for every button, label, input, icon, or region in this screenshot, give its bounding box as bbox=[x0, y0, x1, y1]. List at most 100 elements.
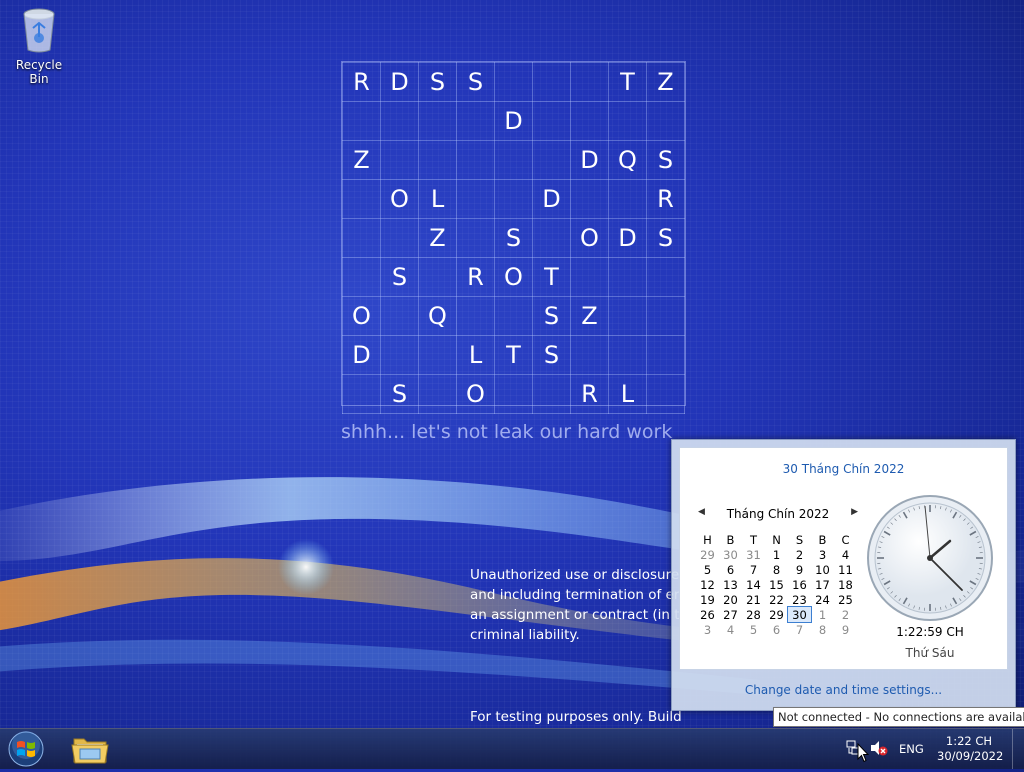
puzzle-row: SORL bbox=[343, 375, 685, 414]
calendar-day[interactable]: 20 bbox=[719, 592, 742, 607]
puzzle-cell bbox=[381, 141, 419, 180]
puzzle-cell bbox=[495, 297, 533, 336]
recycle-bin-label: Recycle Bin bbox=[16, 58, 62, 86]
language-indicator[interactable]: ENG bbox=[899, 742, 924, 756]
calendar-day[interactable]: 13 bbox=[719, 577, 742, 592]
clock-time: 1:22:59 CH bbox=[873, 625, 987, 639]
calendar-day[interactable]: 9 bbox=[834, 622, 857, 637]
puzzle-row: SROT bbox=[343, 258, 685, 297]
triangle-left-icon[interactable]: ◀ bbox=[698, 507, 705, 517]
calendar-day[interactable]: 30 bbox=[719, 547, 742, 562]
calendar-day[interactable]: 11 bbox=[834, 562, 857, 577]
puzzle-cell bbox=[570, 258, 608, 297]
full-date-link[interactable]: 30 Tháng Chín 2022 bbox=[680, 462, 1007, 476]
calendar-day[interactable]: 2 bbox=[788, 547, 811, 562]
calendar-day[interactable]: 24 bbox=[811, 592, 834, 607]
puzzle-cell bbox=[570, 63, 608, 102]
calendar-day[interactable]: 8 bbox=[765, 562, 788, 577]
recycle-bin-shortcut[interactable]: Recycle Bin bbox=[6, 6, 72, 86]
calendar-day[interactable]: 16 bbox=[788, 577, 811, 592]
calendar-day[interactable]: 4 bbox=[834, 547, 857, 562]
calendar-day[interactable]: 9 bbox=[788, 562, 811, 577]
puzzle-cell bbox=[646, 258, 684, 297]
puzzle-cell bbox=[608, 258, 646, 297]
puzzle-cell bbox=[646, 297, 684, 336]
puzzle-cell bbox=[570, 102, 608, 141]
puzzle-cell bbox=[457, 141, 495, 180]
month-label[interactable]: Tháng Chín 2022 bbox=[727, 507, 830, 521]
calendar-day[interactable]: 2 bbox=[834, 607, 857, 622]
calendar-day[interactable]: 1 bbox=[811, 607, 834, 622]
calendar-day[interactable]: 5 bbox=[696, 562, 719, 577]
show-desktop-button[interactable] bbox=[1012, 729, 1024, 769]
calendar-day[interactable]: 26 bbox=[696, 607, 719, 622]
triangle-right-icon[interactable]: ▶ bbox=[851, 507, 858, 517]
calendar-week: 262728293012 bbox=[696, 607, 857, 622]
notice-line: and including termination of er bbox=[470, 585, 680, 605]
calendar-day[interactable]: 6 bbox=[765, 622, 788, 637]
calendar-day[interactable]: 5 bbox=[742, 622, 765, 637]
taskbar-clock[interactable]: 1:22 CH 30/09/2022 bbox=[937, 734, 1001, 764]
mouse-cursor-icon bbox=[857, 743, 869, 763]
puzzle-cell bbox=[457, 297, 495, 336]
puzzle-cell bbox=[533, 219, 571, 258]
puzzle-cell: D bbox=[533, 180, 571, 219]
calendar-day[interactable]: 23 bbox=[788, 592, 811, 607]
calendar-day[interactable]: 29 bbox=[765, 607, 788, 622]
start-button[interactable] bbox=[6, 730, 46, 768]
calendar-day[interactable]: 31 bbox=[742, 547, 765, 562]
recycle-bin-icon bbox=[19, 6, 59, 54]
calendar-day[interactable]: 12 bbox=[696, 577, 719, 592]
puzzle-cell: S bbox=[457, 63, 495, 102]
puzzle-cell: R bbox=[646, 180, 684, 219]
calendar-day[interactable]: 14 bbox=[742, 577, 765, 592]
calendar-day[interactable]: 7 bbox=[742, 562, 765, 577]
puzzle-cell: L bbox=[419, 180, 457, 219]
calendar-flyout: 30 Tháng Chín 2022 ◀ Tháng Chín 2022 ▶ H… bbox=[671, 439, 1016, 711]
calendar-day[interactable]: 1 bbox=[765, 547, 788, 562]
puzzle-cell: O bbox=[381, 180, 419, 219]
calendar-day[interactable]: 21 bbox=[742, 592, 765, 607]
calendar-day[interactable]: 6 bbox=[719, 562, 742, 577]
calendar-day[interactable]: 22 bbox=[765, 592, 788, 607]
calendar-day-today[interactable]: 30 bbox=[788, 607, 811, 622]
calendar-day[interactable]: 10 bbox=[811, 562, 834, 577]
windows-start-orb-icon bbox=[6, 730, 46, 768]
calendar-day[interactable]: 18 bbox=[834, 577, 857, 592]
taskbar-explorer-button[interactable] bbox=[66, 730, 114, 768]
volume-tray-button[interactable] bbox=[870, 740, 888, 760]
calendar-day[interactable]: 3 bbox=[811, 547, 834, 562]
puzzle-cell: Z bbox=[646, 63, 684, 102]
calendar-day[interactable]: 19 bbox=[696, 592, 719, 607]
puzzle-table: RDSSTZDZDQSOLDRZSODSSROTOQSZDLTSSORL bbox=[342, 62, 685, 414]
change-date-time-settings-link[interactable]: Change date and time settings... bbox=[672, 683, 1015, 697]
puzzle-cell: S bbox=[419, 63, 457, 102]
puzzle-row: RDSSTZ bbox=[343, 63, 685, 102]
puzzle-cell bbox=[570, 336, 608, 375]
calendar-day[interactable]: 28 bbox=[742, 607, 765, 622]
weekday-header: T bbox=[742, 532, 765, 547]
puzzle-cell: Z bbox=[570, 297, 608, 336]
calendar-day[interactable]: 17 bbox=[811, 577, 834, 592]
puzzle-cell bbox=[343, 219, 381, 258]
calendar-day[interactable]: 4 bbox=[719, 622, 742, 637]
puzzle-cell: O bbox=[457, 375, 495, 414]
puzzle-cell: D bbox=[343, 336, 381, 375]
calendar-panel: 30 Tháng Chín 2022 ◀ Tháng Chín 2022 ▶ H… bbox=[679, 447, 1008, 670]
puzzle-cell bbox=[343, 375, 381, 414]
puzzle-cell: Q bbox=[608, 141, 646, 180]
month-header: ◀ Tháng Chín 2022 ▶ bbox=[698, 507, 858, 521]
puzzle-cell: O bbox=[343, 297, 381, 336]
letter-puzzle-grid: RDSSTZDZDQSOLDRZSODSSROTOQSZDLTSSORL bbox=[341, 61, 686, 406]
puzzle-cell: R bbox=[343, 63, 381, 102]
calendar-day[interactable]: 7 bbox=[788, 622, 811, 637]
puzzle-cell bbox=[381, 336, 419, 375]
calendar-day[interactable]: 3 bbox=[696, 622, 719, 637]
calendar-day[interactable]: 8 bbox=[811, 622, 834, 637]
calendar-day[interactable]: 25 bbox=[834, 592, 857, 607]
puzzle-cell bbox=[343, 258, 381, 297]
calendar-day[interactable]: 15 bbox=[765, 577, 788, 592]
calendar-day[interactable]: 29 bbox=[696, 547, 719, 562]
calendar-day[interactable]: 27 bbox=[719, 607, 742, 622]
calendar-grid: HBTNSBC293031123456789101112131415161718… bbox=[696, 532, 857, 637]
